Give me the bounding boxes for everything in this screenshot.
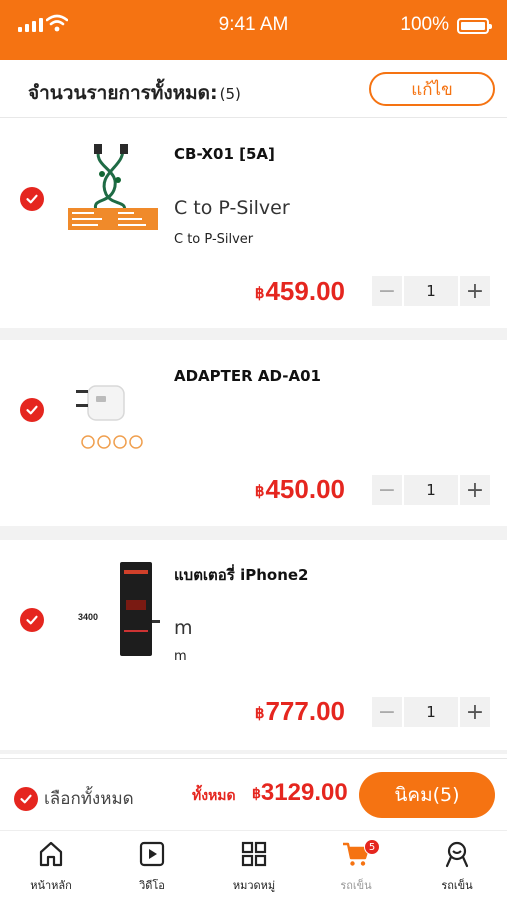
quantity-stepper: − 1 + [372,697,490,727]
category-grid-icon [241,841,267,867]
quantity-decrease-button[interactable]: − [372,697,402,727]
cart-item: 3400 แบตเตอรี่ iPhone2 m m ฿777.00 − 1 + [0,540,507,750]
battery-icon [457,18,492,34]
quantity-value[interactable]: 1 [404,276,458,306]
total-amount: ฿3129.00 [252,779,348,807]
tab-label: หน้าหลัก [30,879,72,892]
product-variant-detail: m [174,649,187,664]
price-value: 777.00 [265,696,345,726]
checkout-bar: เลือกทั้งหมด ทั้งหมด ฿3129.00 นิคม(5) [0,758,507,830]
price-value: 459.00 [265,276,345,306]
select-all-checkbox[interactable] [14,786,38,811]
tab-category[interactable]: หมวดหมู่ [204,839,304,899]
page-title: จำนวนรายการทั้งหมด: (5) [28,78,241,108]
quantity-stepper: − 1 + [372,276,490,306]
item-select-checkbox[interactable] [20,187,44,211]
item-select-checkbox[interactable] [20,398,44,422]
product-variant-detail: C to P-Silver [174,232,254,247]
checkout-button[interactable]: นิคม(5) [359,772,495,818]
tab-label: หมวดหมู่ [232,879,276,892]
item-count: (5) [219,85,241,103]
checkmark-icon [26,615,38,625]
quantity-increase-button[interactable]: + [460,475,490,505]
edit-button[interactable]: แก้ไข [369,72,495,106]
tab-cart[interactable]: 5 รถเข็น [306,839,406,899]
checkmark-icon [26,194,38,204]
bottom-tab-bar: หน้าหลัก วิดีโอ หมวดหมู่ 5 รถเข็น รถเข็น [0,830,507,900]
quantity-value[interactable]: 1 [404,475,458,505]
battery-percentage: 100% [400,14,449,35]
product-price: ฿450.00 [255,474,345,505]
product-price: ฿777.00 [255,696,345,727]
home-icon [39,841,63,867]
adapter-product-image [76,385,143,449]
tab-label: วิดีโอ [139,879,165,892]
quantity-decrease-button[interactable]: − [372,475,402,505]
profile-icon [445,841,469,868]
quantity-increase-button[interactable]: + [460,276,490,306]
cart-item: CB-X01 [5A] C to P-Silver C to P-Silver … [0,118,507,328]
item-select-checkbox[interactable] [20,608,44,632]
cart-item-list[interactable]: CB-X01 [5A] C to P-Silver C to P-Silver … [0,118,507,758]
tab-label: รถเข็น [441,879,473,892]
price-value: 450.00 [265,474,345,504]
page-title-text: จำนวนรายการทั้งหมด: [28,82,218,104]
quantity-decrease-button[interactable]: − [372,276,402,306]
quantity-value[interactable]: 1 [404,697,458,727]
currency-symbol: ฿ [254,483,265,500]
tab-label: รถเข็น [340,879,372,892]
quantity-increase-button[interactable]: + [460,697,490,727]
total-value: 3129.00 [260,779,348,806]
status-bar: 9:41 AM 100% [0,0,507,60]
product-name[interactable]: แบตเตอรี่ iPhone2 [174,563,309,587]
video-icon [139,841,165,867]
tab-home[interactable]: หน้าหลัก [1,839,101,899]
checkmark-icon [20,794,32,803]
tab-profile[interactable]: รถเข็น [407,839,507,899]
quantity-stepper: − 1 + [372,475,490,505]
product-name[interactable]: ADAPTER AD-A01 [174,367,321,385]
total-label: ทั้งหมด [192,788,236,804]
currency-symbol: ฿ [254,705,265,722]
cart-badge: 5 [364,839,380,855]
cart-item: ADAPTER AD-A01 ฿450.00 − 1 + [0,340,507,526]
product-variant: C to P-Silver [174,197,290,219]
cart-header: จำนวนรายการทั้งหมด: (5) แก้ไข [0,60,507,118]
currency-symbol: ฿ [252,785,261,801]
product-variant: m [174,617,193,639]
checkmark-icon [26,405,38,415]
select-all-label[interactable]: เลือกทั้งหมด [44,785,134,812]
battery-capacity-text: 3400 [78,612,98,622]
tab-video[interactable]: วิดีโอ [102,839,202,899]
product-name[interactable]: CB-X01 [5A] [174,145,275,163]
battery-product-image: 3400 [78,562,160,656]
cable-product-image [68,144,158,230]
currency-symbol: ฿ [254,285,265,302]
product-price: ฿459.00 [255,276,345,307]
select-all-toggle[interactable]: เลือกทั้งหมด [14,785,134,812]
